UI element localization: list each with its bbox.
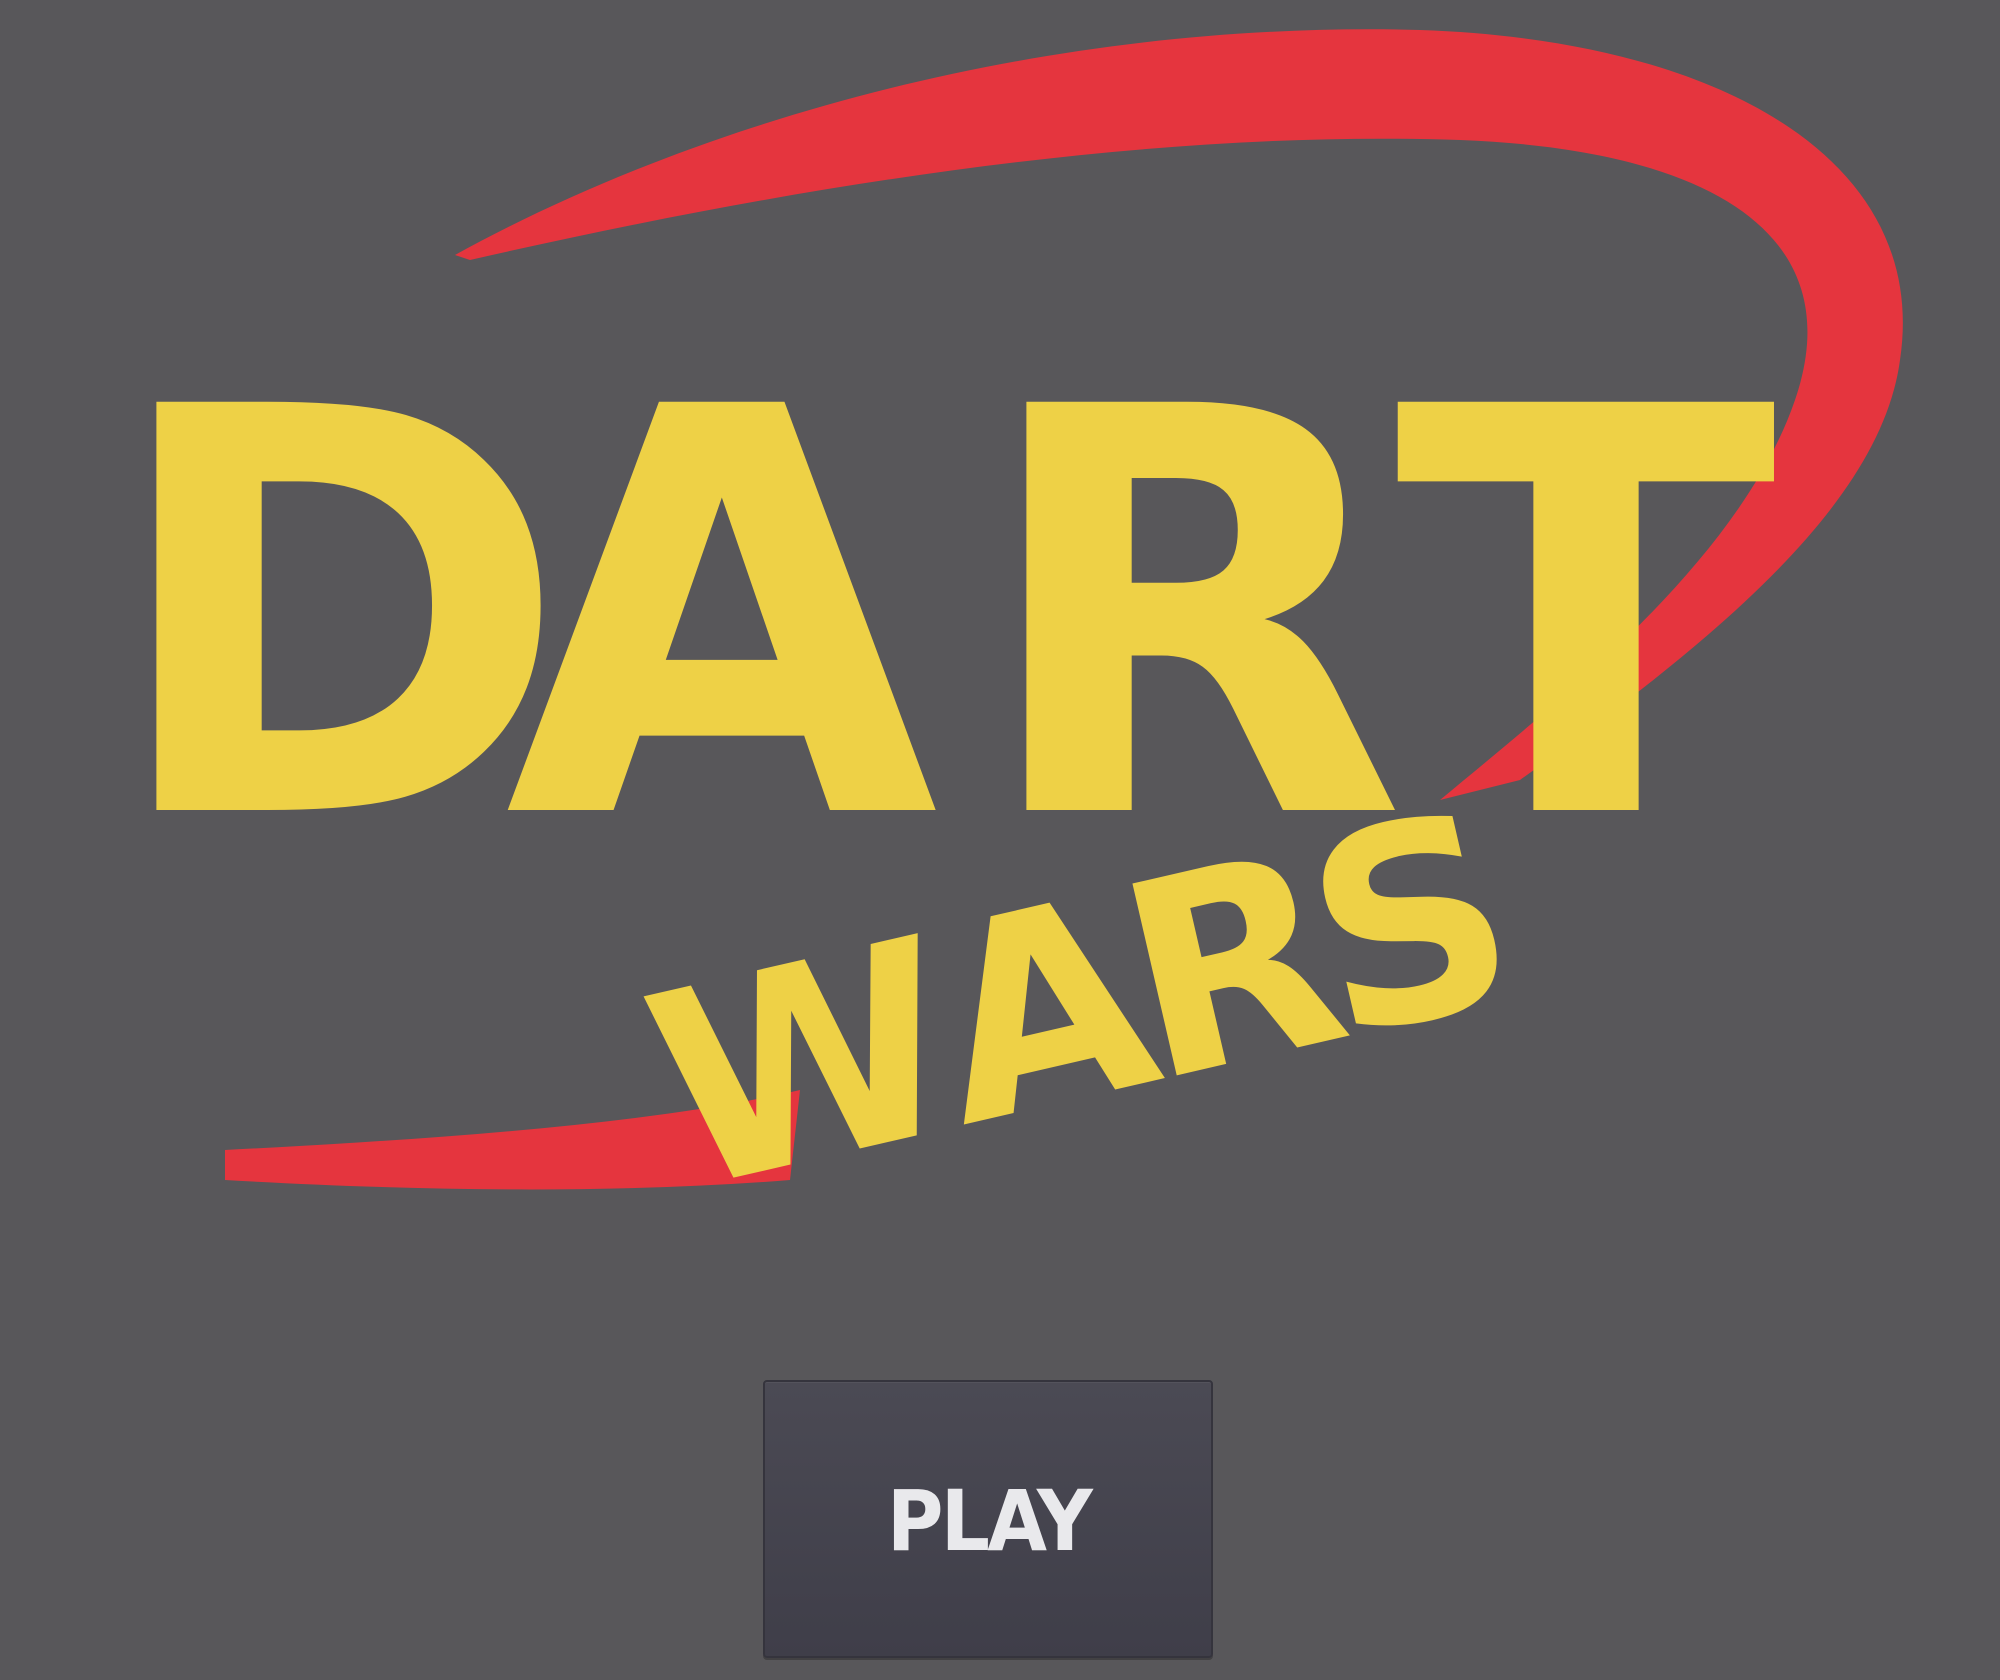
game-logo-art: D A R T W A R S: [105, 29, 1903, 1250]
play-button[interactable]: PLAY: [763, 1380, 1213, 1658]
logo-letter-d: D: [105, 291, 570, 943]
title-screen: D A R T W A R S PLAY: [0, 0, 2000, 1680]
game-logo: D A R T W A R S: [0, 0, 2000, 1250]
logo-letter-a: A: [505, 291, 943, 943]
play-button-label: PLAY: [886, 1472, 1092, 1570]
